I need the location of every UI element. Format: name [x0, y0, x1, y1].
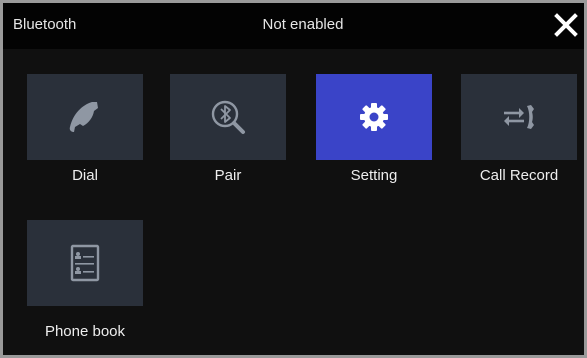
header-bar: Bluetooth Not enabled	[3, 3, 584, 49]
call-record-tile[interactable]	[461, 74, 577, 160]
phone-book-tile[interactable]	[27, 220, 143, 306]
gear-icon	[360, 103, 388, 131]
pair-tile[interactable]	[170, 74, 286, 160]
call-record-icon	[504, 105, 534, 129]
phone-book-icon	[70, 244, 100, 282]
setting-label: Setting	[350, 167, 398, 184]
call-record-label: Call Record	[479, 167, 559, 184]
setting-tile[interactable]	[316, 74, 432, 160]
phone-icon	[69, 102, 98, 132]
app-title: Bluetooth	[13, 16, 77, 33]
dial-label: Dial	[72, 167, 98, 184]
close-button[interactable]	[551, 10, 581, 40]
app-window: Bluetooth Not enabled Dial Pair Setting …	[3, 3, 584, 355]
dial-tile[interactable]	[27, 74, 143, 160]
bluetooth-search-icon	[211, 100, 245, 134]
phone-book-label: Phone book	[44, 323, 126, 340]
bluetooth-status-text: Not enabled	[262, 16, 344, 33]
close-icon	[554, 13, 578, 37]
pair-label: Pair	[214, 167, 242, 184]
